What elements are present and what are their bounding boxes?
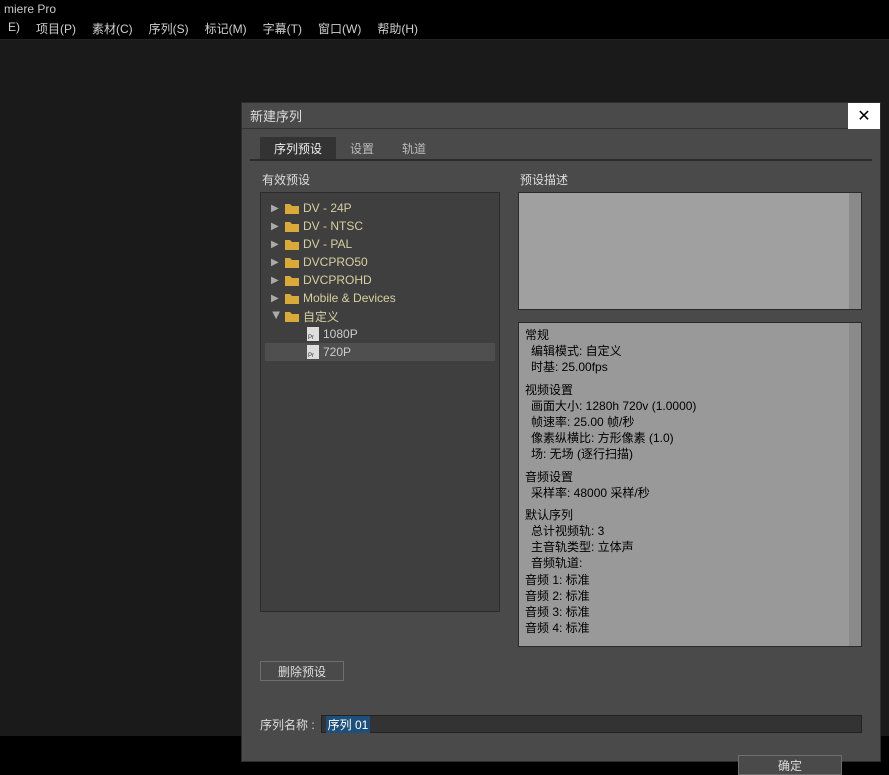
tree-folder-custom[interactable]: ▶ 自定义 — [265, 307, 495, 325]
chevron-right-icon: ▶ — [271, 203, 281, 214]
chevron-right-icon: ▶ — [271, 257, 281, 268]
tree-label: 自定义 — [303, 308, 339, 325]
desc-line: 采样率: 48000 采样/秒 — [525, 485, 845, 501]
tree-label: DVCPROHD — [303, 273, 372, 287]
chevron-right-icon: ▶ — [271, 275, 281, 286]
desc-line: 时基: 25.00fps — [525, 359, 845, 375]
desc-line: 帧速率: 25.00 帧/秒 — [525, 414, 845, 430]
desc-line: 音频轨道: — [525, 555, 845, 571]
tree-folder[interactable]: ▶ DV - 24P — [265, 199, 495, 217]
tree-label: DVCPRO50 — [303, 255, 368, 269]
dialog-tabs: 序列预设 设置 轨道 — [260, 137, 872, 159]
desc-line: 默认序列 — [525, 507, 845, 523]
desc-line: 音频 2: 标准 — [525, 588, 845, 604]
scrollbar[interactable] — [849, 193, 861, 309]
tree-label: DV - NTSC — [303, 219, 363, 233]
app-title: miere Pro — [0, 0, 889, 16]
dialog-title-bar[interactable]: 新建序列 ✕ — [242, 103, 880, 129]
chevron-right-icon: ▶ — [271, 239, 281, 250]
tree-label: 1080P — [323, 327, 358, 341]
tree-folder[interactable]: ▶ DV - NTSC — [265, 217, 495, 235]
desc-line: 编辑模式: 自定义 — [525, 343, 845, 359]
preset-description-label: 预设描述 — [520, 171, 862, 188]
chevron-down-icon: ▶ — [271, 311, 282, 321]
tree-folder[interactable]: ▶ DV - PAL — [265, 235, 495, 253]
sequence-name-label: 序列名称 : — [260, 716, 315, 733]
scrollbar[interactable] — [849, 323, 861, 646]
menu-item[interactable]: 序列(S) — [141, 16, 197, 39]
folder-icon — [285, 292, 299, 304]
menu-item[interactable]: 字幕(T) — [255, 16, 310, 39]
desc-line: 场: 无场 (逐行扫描) — [525, 446, 845, 462]
preset-file-icon — [307, 327, 319, 341]
folder-icon — [285, 310, 299, 322]
menu-item[interactable]: 项目(P) — [28, 16, 84, 39]
chevron-right-icon: ▶ — [271, 221, 281, 232]
desc-line: 常规 — [525, 327, 845, 343]
tree-folder[interactable]: ▶ Mobile & Devices — [265, 289, 495, 307]
menu-item[interactable]: E) — [0, 16, 28, 39]
tab-sequence-presets[interactable]: 序列预设 — [260, 137, 336, 159]
tree-preset-item[interactable]: 720P — [265, 343, 495, 361]
tab-settings[interactable]: 设置 — [336, 137, 388, 159]
delete-preset-button[interactable]: 删除预设 — [260, 661, 344, 681]
tree-folder[interactable]: ▶ DVCPROHD — [265, 271, 495, 289]
dialog-title: 新建序列 — [250, 106, 302, 125]
desc-line: 视频设置 — [525, 382, 845, 398]
preset-file-icon — [307, 345, 319, 359]
folder-icon — [285, 274, 299, 286]
desc-line: 总计视频轨: 3 — [525, 523, 845, 539]
menu-item[interactable]: 窗口(W) — [310, 16, 369, 39]
folder-icon — [285, 220, 299, 232]
tree-label: DV - 24P — [303, 201, 352, 215]
tree-label: DV - PAL — [303, 237, 352, 251]
folder-icon — [285, 202, 299, 214]
desc-line: 像素纵横比: 方形像素 (1.0) — [525, 430, 845, 446]
folder-icon — [285, 238, 299, 250]
menu-item[interactable]: 标记(M) — [197, 16, 255, 39]
ok-button[interactable]: 确定 — [738, 755, 842, 775]
tree-label: 720P — [323, 345, 351, 359]
preset-description-top — [518, 192, 862, 310]
desc-line: 画面大小: 1280h 720v (1.0000) — [525, 398, 845, 414]
close-icon[interactable]: ✕ — [848, 103, 880, 129]
desc-line: 音频 1: 标准 — [525, 572, 845, 588]
folder-icon — [285, 256, 299, 268]
tree-folder[interactable]: ▶ DVCPRO50 — [265, 253, 495, 271]
tab-tracks[interactable]: 轨道 — [388, 137, 440, 159]
tree-label: Mobile & Devices — [303, 291, 396, 305]
desc-line: 音频 4: 标准 — [525, 620, 845, 636]
tree-preset-item[interactable]: 1080P — [265, 325, 495, 343]
menu-bar: E) 项目(P) 素材(C) 序列(S) 标记(M) 字幕(T) 窗口(W) 帮… — [0, 16, 889, 40]
desc-line: 音频设置 — [525, 469, 845, 485]
preset-description-details: 常规 编辑模式: 自定义 时基: 25.00fps 视频设置 画面大小: 128… — [518, 322, 862, 647]
new-sequence-dialog: 新建序列 ✕ 序列预设 设置 轨道 有效预设 ▶ DV - 24P — [241, 102, 881, 762]
menu-item[interactable]: 帮助(H) — [369, 16, 426, 39]
desc-line: 音频 3: 标准 — [525, 604, 845, 620]
available-presets-label: 有效预设 — [262, 171, 500, 188]
chevron-right-icon: ▶ — [271, 293, 281, 304]
sequence-name-value: 序列 01 — [326, 716, 371, 733]
workspace: 新建序列 ✕ 序列预设 设置 轨道 有效预设 ▶ DV - 24P — [0, 40, 889, 736]
desc-line: 主音轨类型: 立体声 — [525, 539, 845, 555]
sequence-name-input[interactable]: 序列 01 — [321, 715, 862, 733]
menu-item[interactable]: 素材(C) — [84, 16, 141, 39]
preset-tree[interactable]: ▶ DV - 24P ▶ DV - NTSC ▶ DV - PAL — [260, 192, 500, 612]
